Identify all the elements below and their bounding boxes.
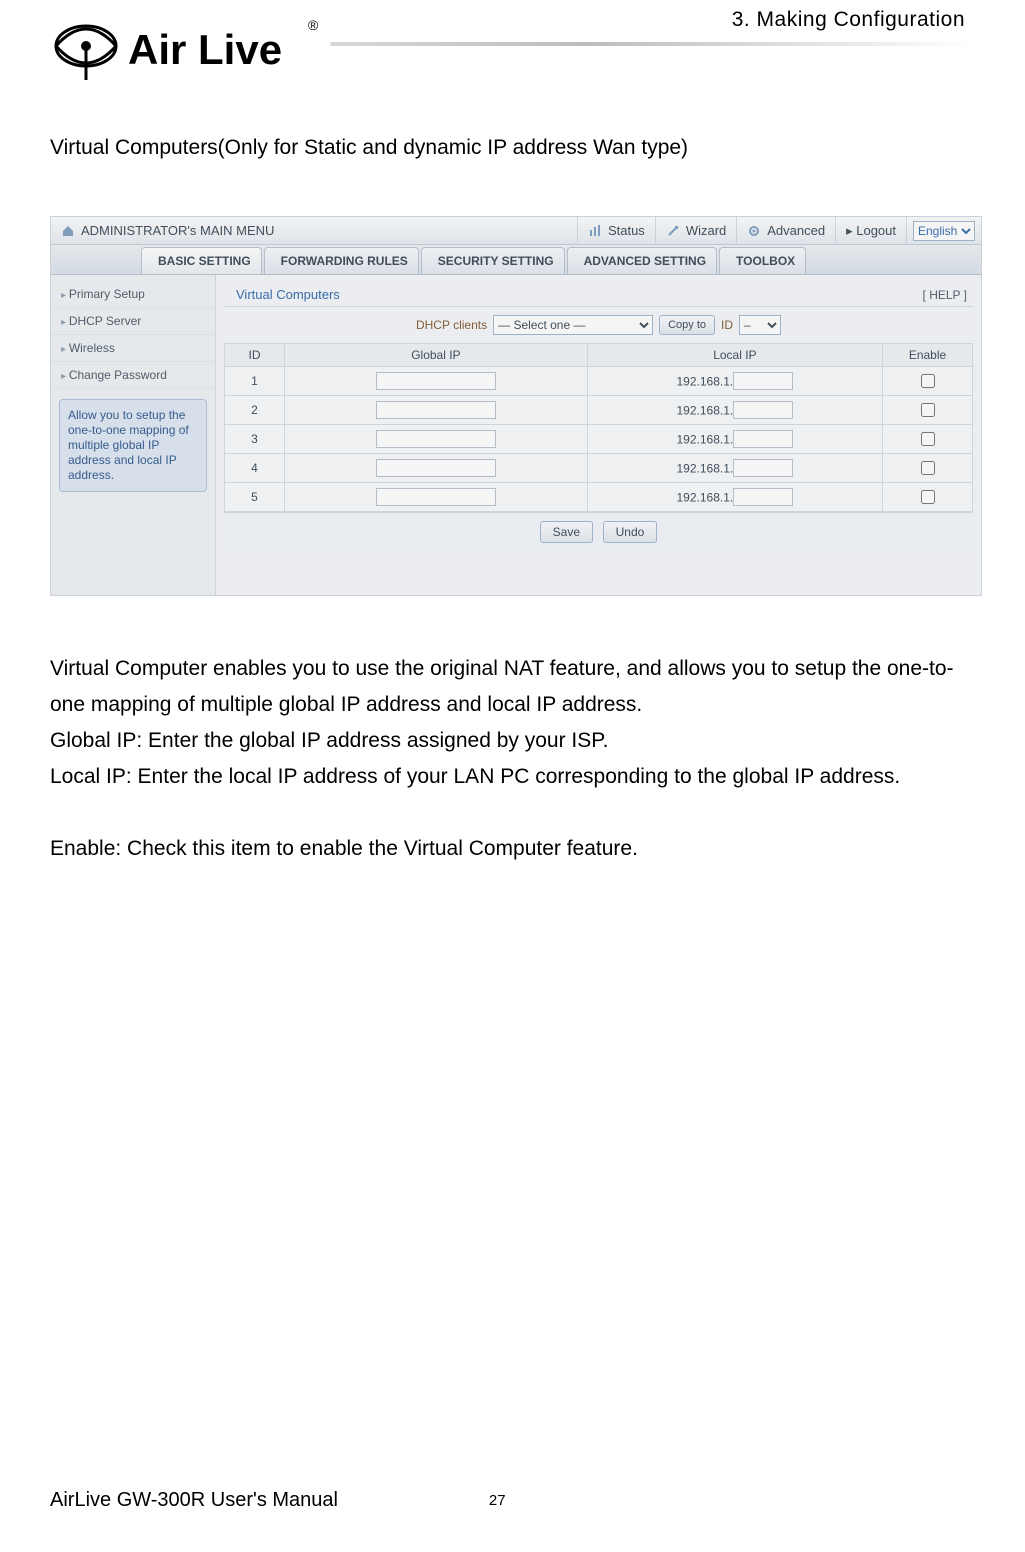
language-select[interactable]: English	[913, 221, 975, 241]
enable-checkbox[interactable]	[921, 490, 935, 504]
local-ip-input[interactable]	[733, 372, 793, 390]
manual-title: AirLive GW-300R User's Manual	[50, 1489, 338, 1512]
table-row: 2 192.168.1.	[225, 396, 973, 425]
tab-basic-setting[interactable]: BASIC SETTING	[141, 247, 262, 274]
nav-logout[interactable]: ▸ Logout	[836, 217, 907, 244]
section-heading: Virtual Computers(Only for Static and dy…	[50, 130, 975, 166]
paragraph-local-ip: Local IP: Enter the local IP address of …	[50, 759, 975, 795]
paragraph-intro: Virtual Computer enables you to use the …	[50, 651, 975, 723]
header-rule	[330, 42, 975, 46]
nav-advanced-label: Advanced	[767, 223, 825, 238]
tab-forwarding-label: FORWARDING RULES	[281, 254, 408, 268]
col-global-ip: Global IP	[285, 344, 588, 367]
row-id: 2	[225, 396, 285, 425]
tab-advanced-setting[interactable]: ADVANCED SETTING	[567, 247, 717, 274]
table-row: 3 192.168.1.	[225, 425, 973, 454]
row-id: 3	[225, 425, 285, 454]
copy-to-button[interactable]: Copy to	[659, 315, 715, 335]
dhcp-clients-select[interactable]: — Select one —	[493, 315, 653, 335]
paragraph-enable: Enable: Check this item to enable the Vi…	[50, 831, 975, 867]
admin-menu-title: ADMINISTRATOR's MAIN MENU	[51, 217, 578, 244]
paragraph-global-ip: Global IP: Enter the global IP address a…	[50, 723, 975, 759]
col-local-ip: Local IP	[587, 344, 882, 367]
sidebar-item-wireless[interactable]: Wireless	[51, 335, 215, 362]
nav-advanced[interactable]: Advanced	[737, 217, 836, 244]
sidebar-item-dhcp-server[interactable]: DHCP Server	[51, 308, 215, 335]
admin-menu-label: ADMINISTRATOR's MAIN MENU	[81, 223, 274, 238]
global-ip-input[interactable]	[376, 459, 496, 477]
id-select[interactable]: –	[739, 315, 781, 335]
dhcp-clients-label: DHCP clients	[416, 318, 487, 332]
enable-checkbox[interactable]	[921, 461, 935, 475]
chapter-title: 3. Making Configuration	[732, 8, 965, 32]
enable-checkbox[interactable]	[921, 374, 935, 388]
col-id: ID	[225, 344, 285, 367]
local-ip-prefix: 192.168.1.	[677, 491, 734, 505]
nav-status-label: Status	[608, 223, 645, 238]
tab-basic-label: BASIC SETTING	[158, 254, 251, 268]
global-ip-input[interactable]	[376, 430, 496, 448]
svg-text:®: ®	[308, 17, 319, 33]
row-id: 4	[225, 454, 285, 483]
global-ip-input[interactable]	[376, 401, 496, 419]
nav-wizard[interactable]: Wizard	[656, 217, 737, 244]
undo-button[interactable]: Undo	[603, 521, 658, 543]
global-ip-input[interactable]	[376, 372, 496, 390]
tab-toolbox-label: TOOLBOX	[736, 254, 795, 268]
svg-text:Air Live: Air Live	[128, 26, 282, 73]
global-ip-input[interactable]	[376, 488, 496, 506]
sidebar-hint-box: Allow you to setup the one-to-one mappin…	[59, 399, 207, 492]
local-ip-prefix: 192.168.1.	[677, 462, 734, 476]
nav-wizard-label: Wizard	[686, 223, 726, 238]
table-row: 1 192.168.1.	[225, 367, 973, 396]
virtual-computers-table: ID Global IP Local IP Enable 1 192.168.1…	[224, 343, 973, 512]
local-ip-input[interactable]	[733, 488, 793, 506]
help-link[interactable]: [ HELP ]	[923, 288, 967, 302]
tab-advanced-label: ADVANCED SETTING	[584, 254, 706, 268]
sidebar-item-change-password[interactable]: Change Password	[51, 362, 215, 389]
nav-status[interactable]: Status	[578, 217, 656, 244]
sidebar-item-primary-setup[interactable]: Primary Setup	[51, 281, 215, 308]
local-ip-input[interactable]	[733, 430, 793, 448]
save-button[interactable]: Save	[540, 521, 593, 543]
enable-checkbox[interactable]	[921, 432, 935, 446]
local-ip-prefix: 192.168.1.	[677, 433, 734, 447]
local-ip-prefix: 192.168.1.	[677, 404, 734, 418]
col-enable: Enable	[883, 344, 973, 367]
id-label: ID	[721, 318, 733, 332]
status-icon	[588, 224, 602, 238]
tab-security-setting[interactable]: SECURITY SETTING	[421, 247, 565, 274]
router-admin-screenshot: ADMINISTRATOR's MAIN MENU Status Wizard …	[50, 216, 982, 596]
tab-security-label: SECURITY SETTING	[438, 254, 554, 268]
tab-toolbox[interactable]: TOOLBOX	[719, 247, 806, 274]
local-ip-input[interactable]	[733, 401, 793, 419]
table-row: 5 192.168.1.	[225, 483, 973, 512]
table-row: 4 192.168.1.	[225, 454, 973, 483]
local-ip-input[interactable]	[733, 459, 793, 477]
home-icon	[61, 224, 75, 238]
local-ip-prefix: 192.168.1.	[677, 375, 734, 389]
tab-forwarding-rules[interactable]: FORWARDING RULES	[264, 247, 419, 274]
wizard-icon	[666, 224, 680, 238]
nav-logout-label: ▸ Logout	[846, 223, 896, 239]
advanced-icon	[747, 224, 761, 238]
enable-checkbox[interactable]	[921, 403, 935, 417]
airlive-logo: Air Live ®	[50, 2, 330, 90]
page-number: 27	[338, 1492, 657, 1509]
panel-title-label: Virtual Computers	[236, 287, 340, 302]
row-id: 1	[225, 367, 285, 396]
row-id: 5	[225, 483, 285, 512]
